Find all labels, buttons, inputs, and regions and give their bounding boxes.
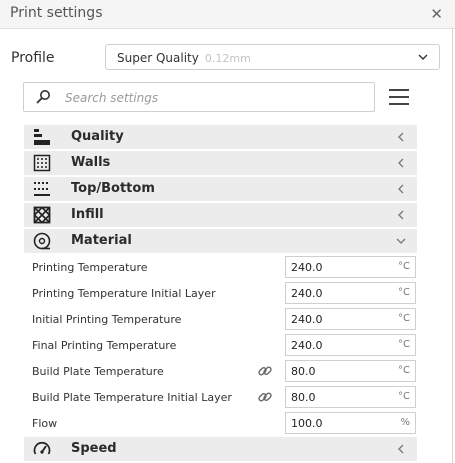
print-settings-panel: Print settings ✕ Profile Super Quality 0.…	[0, 0, 455, 463]
setting-label-initial-printing-temperature: Initial Printing Temperature	[32, 313, 182, 326]
profile-label: Profile	[11, 50, 55, 66]
category-label: Top/Bottom	[71, 181, 155, 196]
category-infill[interactable]: Infill	[24, 203, 417, 227]
flow-field[interactable]: 100.0 %	[285, 412, 416, 434]
printing-temperature-field[interactable]: 240.0 °C	[285, 256, 416, 278]
field-unit: °C	[398, 287, 410, 298]
final-printing-temperature-field[interactable]: 240.0 °C	[285, 334, 416, 356]
profile-layer-height: 0.12mm	[204, 52, 251, 65]
field-unit: °C	[398, 365, 410, 376]
setting-label-printing-temperature: Printing Temperature	[32, 261, 148, 274]
title-bar: Print settings ✕	[0, 0, 455, 29]
setting-label-flow: Flow	[32, 417, 58, 430]
category-walls[interactable]: Walls	[24, 151, 417, 175]
setting-label-final-printing-temperature: Final Printing Temperature	[32, 339, 177, 352]
field-value: 240.0	[291, 339, 323, 352]
chevron-down-icon	[396, 238, 406, 244]
category-speed[interactable]: Speed	[24, 437, 417, 461]
category-material[interactable]: Material	[24, 229, 417, 253]
profile-name: Super Quality 0.12mm	[117, 51, 251, 65]
profile-name-text: Super Quality	[117, 51, 199, 65]
infill-icon	[33, 206, 51, 224]
chevron-left-icon	[398, 444, 404, 454]
walls-icon	[33, 154, 51, 172]
search-placeholder: Search settings	[65, 91, 159, 105]
top-bottom-icon	[34, 182, 50, 196]
chevron-left-icon	[398, 158, 404, 168]
link-icon[interactable]	[257, 389, 273, 405]
field-unit: °C	[398, 261, 410, 272]
setting-label-build-plate-temperature-initial-layer: Build Plate Temperature Initial Layer	[32, 391, 232, 404]
field-value: 80.0	[291, 391, 316, 404]
chevron-left-icon	[398, 210, 404, 220]
field-value: 100.0	[291, 417, 323, 430]
chevron-down-icon	[418, 54, 428, 60]
category-label: Quality	[71, 129, 124, 144]
field-unit: %	[400, 417, 410, 428]
field-value: 240.0	[291, 261, 323, 274]
search-icon	[36, 90, 50, 104]
material-icon	[33, 232, 51, 250]
field-unit: °C	[398, 339, 410, 350]
field-unit: °C	[398, 391, 410, 402]
category-label: Material	[71, 233, 132, 248]
category-label: Walls	[71, 155, 111, 170]
search-input[interactable]: Search settings	[23, 82, 375, 112]
setting-label-printing-temperature-initial-layer: Printing Temperature Initial Layer	[32, 287, 216, 300]
printing-temperature-initial-layer-field[interactable]: 240.0 °C	[285, 282, 416, 304]
field-value: 240.0	[291, 287, 323, 300]
quality-icon	[34, 129, 50, 145]
chevron-left-icon	[398, 132, 404, 142]
category-top-bottom[interactable]: Top/Bottom	[24, 177, 417, 201]
profile-dropdown[interactable]: Super Quality 0.12mm	[105, 44, 440, 70]
hamburger-menu-icon[interactable]	[389, 87, 409, 107]
build-plate-temperature-initial-layer-field[interactable]: 80.0 °C	[285, 386, 416, 408]
chevron-left-icon	[398, 184, 404, 194]
build-plate-temperature-field[interactable]: 80.0 °C	[285, 360, 416, 382]
category-label: Speed	[71, 441, 117, 456]
speed-icon	[33, 441, 51, 455]
field-unit: °C	[398, 313, 410, 324]
close-icon[interactable]: ✕	[430, 5, 443, 23]
panel-title: Print settings	[10, 5, 103, 21]
category-label: Infill	[71, 207, 104, 222]
link-icon[interactable]	[257, 363, 273, 379]
field-value: 240.0	[291, 313, 323, 326]
initial-printing-temperature-field[interactable]: 240.0 °C	[285, 308, 416, 330]
field-value: 80.0	[291, 365, 316, 378]
category-quality[interactable]: Quality	[24, 125, 417, 149]
setting-label-build-plate-temperature: Build Plate Temperature	[32, 365, 164, 378]
